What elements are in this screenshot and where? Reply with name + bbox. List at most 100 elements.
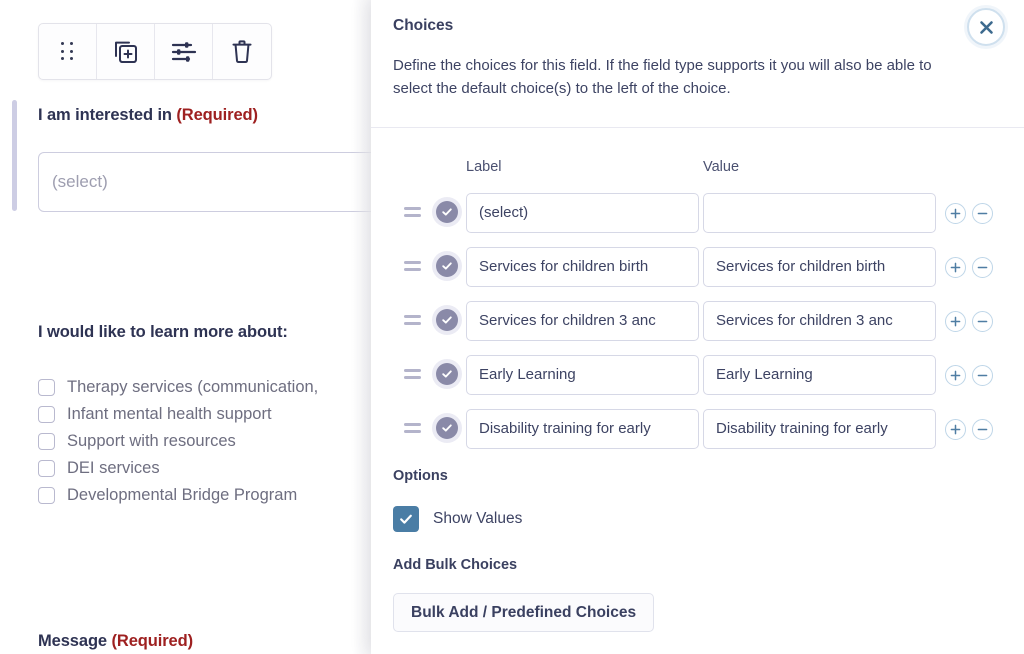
check-icon <box>442 424 452 432</box>
default-choice-toggle[interactable] <box>432 197 462 227</box>
add-choice-button[interactable] <box>945 365 966 386</box>
list-item[interactable]: DEI services <box>38 455 318 481</box>
remove-choice-button[interactable] <box>972 365 993 386</box>
default-choice-toggle[interactable] <box>432 413 462 443</box>
add-choice-button[interactable] <box>945 257 966 278</box>
choice-value-input[interactable]: Disability training for early <box>703 409 936 449</box>
table-row: (select) <box>371 189 1024 243</box>
form-preview-pane: I am interested in (Required) (select) I… <box>0 0 375 654</box>
checkbox-label: Support with resources <box>67 431 236 450</box>
panel-header: Choices Define the choices for this fiel… <box>371 0 1024 128</box>
required-marker: (Required) <box>111 632 194 650</box>
checkbox-group-learn-more: Therapy services (communication, Infant … <box>38 374 318 509</box>
table-row: Disability training for early Disability… <box>371 405 1024 459</box>
checkbox-icon[interactable] <box>38 432 55 450</box>
panel-description: Define the choices for this field. If th… <box>393 57 932 97</box>
check-icon <box>400 514 412 524</box>
minus-icon <box>977 428 988 431</box>
reorder-handle-icon[interactable] <box>404 369 421 383</box>
checkbox-label: Infant mental health support <box>67 404 272 423</box>
field-label-text: I am interested in <box>38 106 172 124</box>
reorder-handle-icon[interactable] <box>404 423 421 437</box>
plus-icon <box>950 208 961 219</box>
default-choice-toggle[interactable] <box>432 359 462 389</box>
remove-choice-button[interactable] <box>972 419 993 440</box>
reorder-handle-icon[interactable] <box>404 207 421 221</box>
options-heading: Options <box>393 468 448 484</box>
table-row: Services for children birth Services for… <box>371 243 1024 297</box>
choice-value-input[interactable] <box>703 193 936 233</box>
add-choice-button[interactable] <box>945 311 966 332</box>
checkbox-icon[interactable] <box>38 486 55 504</box>
page-title: Choices <box>393 17 454 34</box>
show-values-label: Show Values <box>433 510 523 527</box>
bulk-add-button[interactable]: Bulk Add / Predefined Choices <box>393 593 655 632</box>
field-label-interested-in: I am interested in (Required) <box>38 106 258 125</box>
choices-panel: Choices Define the choices for this fiel… <box>371 0 1024 654</box>
choice-value-input[interactable]: Services for children birth <box>703 247 936 287</box>
table-row: Early Learning Early Learning <box>371 351 1024 405</box>
add-choice-button[interactable] <box>945 203 966 224</box>
minus-icon <box>977 266 988 269</box>
table-row: Services for children 3 anc Services for… <box>371 297 1024 351</box>
minus-icon <box>977 212 988 215</box>
field-label-message: Message (Required) <box>38 632 193 651</box>
choice-label-input[interactable]: Early Learning <box>466 355 699 395</box>
field-settings-button[interactable] <box>155 24 213 79</box>
choice-label-input[interactable]: (select) <box>466 193 699 233</box>
reorder-handle-icon[interactable] <box>404 261 421 275</box>
drag-handle-button[interactable] <box>39 24 97 79</box>
duplicate-field-button[interactable] <box>97 24 155 79</box>
reorder-handle-icon[interactable] <box>404 315 421 329</box>
choice-label-input[interactable]: Services for children birth <box>466 247 699 287</box>
list-item[interactable]: Therapy services (communication, <box>38 374 318 400</box>
field-label-text: Message <box>38 632 108 650</box>
choice-value-input[interactable]: Services for children 3 anc <box>703 301 936 341</box>
checkbox-label: Therapy services (communication, <box>67 377 319 396</box>
checkbox-icon[interactable] <box>38 459 55 477</box>
remove-choice-button[interactable] <box>972 311 993 332</box>
choice-value-input[interactable]: Early Learning <box>703 355 936 395</box>
check-icon <box>442 316 452 324</box>
check-icon <box>442 370 452 378</box>
bulk-choices-heading: Add Bulk Choices <box>393 557 518 573</box>
default-choice-toggle[interactable] <box>432 305 462 335</box>
plus-icon <box>950 262 961 273</box>
choices-list: (select) Services for children birth Ser… <box>371 189 1024 459</box>
check-icon <box>442 208 452 216</box>
remove-choice-button[interactable] <box>972 257 993 278</box>
plus-icon <box>950 370 961 381</box>
list-item[interactable]: Developmental Bridge Program <box>38 482 318 508</box>
screen: I am interested in (Required) (select) I… <box>0 0 1024 654</box>
checkbox-icon[interactable] <box>38 378 55 396</box>
close-button[interactable] <box>967 8 1005 46</box>
list-item[interactable]: Infant mental health support <box>38 401 318 427</box>
field-label-text: I would like to learn more about: <box>38 323 288 341</box>
show-values-checkbox[interactable] <box>393 506 419 532</box>
field-label-learn-more: I would like to learn more about: <box>38 323 288 342</box>
duplicate-icon <box>114 41 137 63</box>
select-placeholder-text: (select) <box>52 172 108 191</box>
default-choice-toggle[interactable] <box>432 251 462 281</box>
check-icon <box>442 262 452 270</box>
minus-icon <box>977 320 988 323</box>
plus-icon <box>950 316 961 327</box>
select-input-interested-in[interactable]: (select) <box>38 152 375 212</box>
checkbox-icon[interactable] <box>38 405 55 423</box>
column-header-label: Label <box>466 159 502 175</box>
show-values-row[interactable]: Show Values <box>393 506 522 532</box>
column-header-value: Value <box>703 159 740 175</box>
drag-dots-icon <box>61 42 74 61</box>
remove-choice-button[interactable] <box>972 203 993 224</box>
choice-label-input[interactable]: Disability training for early <box>466 409 699 449</box>
active-field-accent-bar <box>12 100 17 211</box>
plus-icon <box>950 424 961 435</box>
required-marker: (Required) <box>176 106 258 124</box>
delete-field-button[interactable] <box>213 24 271 79</box>
list-item[interactable]: Support with resources <box>38 428 318 454</box>
choice-label-input[interactable]: Services for children 3 anc <box>466 301 699 341</box>
close-icon <box>979 20 993 34</box>
trash-icon <box>232 39 252 63</box>
sliders-icon <box>171 41 196 62</box>
add-choice-button[interactable] <box>945 419 966 440</box>
